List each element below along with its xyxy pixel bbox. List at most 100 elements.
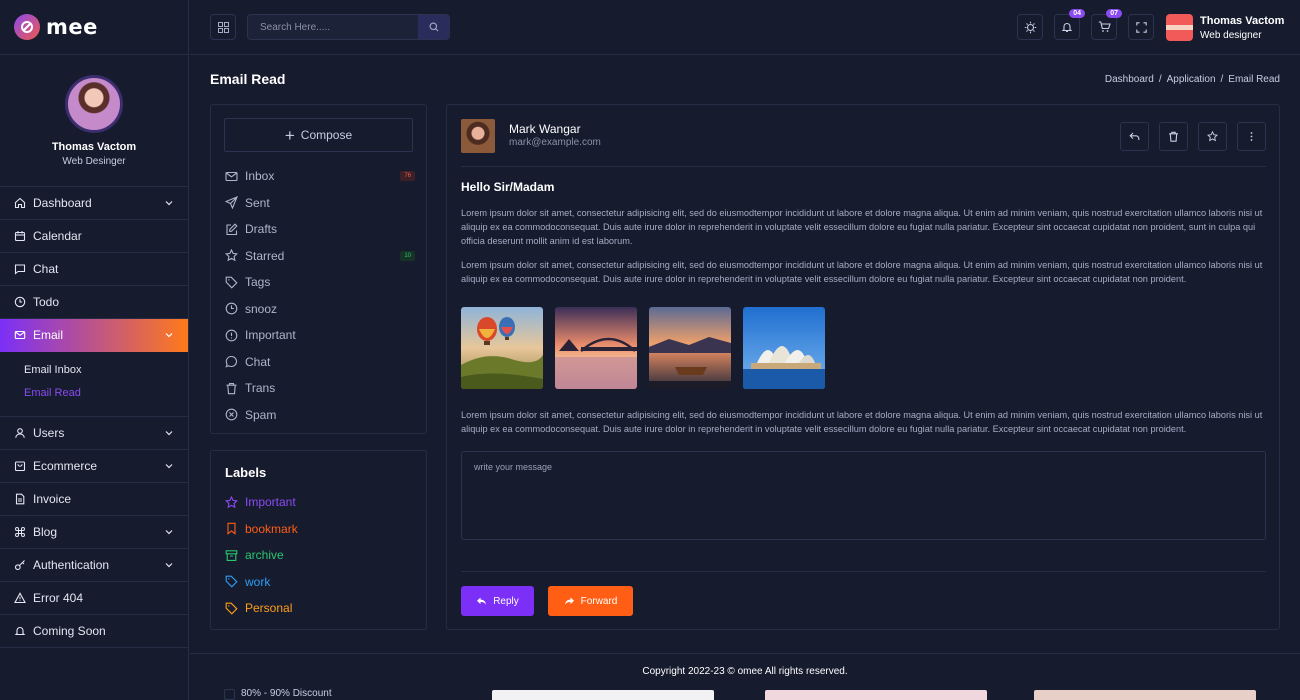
home-icon (14, 197, 26, 209)
cart-badge: 07 (1106, 9, 1122, 18)
folder-label: Drafts (245, 222, 278, 237)
cart-button[interactable]: 07 (1091, 9, 1122, 40)
folder-chat[interactable]: Chat (225, 349, 415, 376)
label-personal[interactable]: Personal (225, 595, 298, 622)
fullscreen-icon (1135, 21, 1147, 33)
key-icon (14, 560, 25, 571)
reply-icon (1129, 132, 1140, 140)
sidebar-item-blog[interactable]: Blog (0, 516, 188, 549)
sidebar-item-calendar[interactable]: Calendar (0, 220, 188, 253)
reply-icon (477, 597, 487, 605)
sidebar-item-chat[interactable]: Chat (0, 253, 188, 286)
clock-icon (225, 302, 238, 315)
sidebar-item-label: Error 404 (33, 591, 84, 605)
sidebar-item-error-404[interactable]: Error 404 (0, 582, 188, 615)
sidebar-item-label: Ecommerce (33, 459, 98, 473)
product-card-image (765, 690, 987, 700)
command-icon (15, 527, 25, 537)
search-input[interactable] (248, 15, 418, 39)
folder-trans[interactable]: Trans (225, 375, 415, 402)
apps-grid-button[interactable] (210, 14, 236, 40)
compose-button[interactable]: + Compose (224, 118, 413, 152)
folder-important[interactable]: Important (225, 322, 415, 349)
avatar[interactable] (65, 75, 123, 133)
archive-icon (225, 549, 238, 561)
copyright-text: Copyright 2022-23 © omee All rights rese… (642, 666, 848, 677)
sidebar: mee Thomas Vactom Web Desinger Dashboard… (0, 0, 189, 700)
forward-button[interactable]: Forward (548, 586, 633, 616)
send-icon (225, 196, 238, 210)
more-options-button[interactable] (1237, 122, 1266, 151)
folder-snooz[interactable]: snooz (225, 296, 415, 323)
divider (461, 571, 1266, 572)
user-name: Thomas Vactom (1200, 14, 1285, 27)
sidebar-item-invoice[interactable]: Invoice (0, 483, 188, 516)
folder-label: Starred (245, 248, 285, 263)
folder-drafts[interactable]: Drafts (225, 216, 415, 243)
sidebar-item-label: Authentication (33, 558, 110, 572)
submenu-item-email-read[interactable]: Email Read (24, 385, 188, 408)
reply-message-input[interactable] (461, 451, 1266, 540)
folder-tags[interactable]: Tags (225, 269, 415, 296)
star-action-button[interactable] (1198, 122, 1227, 151)
label-bookmark[interactable]: bookmark (225, 516, 298, 543)
breadcrumb-application[interactable]: Application (1167, 74, 1216, 85)
tag-icon (225, 575, 238, 588)
sidebar-item-users[interactable]: Users (0, 417, 188, 450)
attachment-harbour-bridge[interactable] (555, 307, 637, 389)
mail-icon (225, 171, 238, 181)
reply-button[interactable]: Reply (461, 586, 534, 616)
sidebar-item-todo[interactable]: Todo (0, 286, 188, 319)
forward-button-label: Forward (580, 595, 618, 607)
sidebar-item-dashboard[interactable]: Dashboard (0, 187, 188, 220)
notifications-button[interactable]: 04 (1054, 9, 1085, 40)
folder-label: snooz (245, 301, 278, 316)
calendar-icon (14, 231, 26, 242)
fullscreen-button[interactable] (1128, 14, 1154, 40)
folder-starred[interactable]: Starred 10 (225, 243, 415, 270)
sidebar-item-email[interactable]: Email (0, 319, 188, 352)
labels-card: Labels Important bookmark archive work P… (210, 450, 427, 630)
folder-label: Spam (245, 407, 277, 422)
folder-sent[interactable]: Sent (225, 190, 415, 217)
chevron-down-icon (165, 563, 173, 568)
user-menu[interactable]: Thomas Vactom Web designer (1166, 14, 1284, 41)
star-icon (225, 249, 238, 262)
delete-action-button[interactable] (1159, 122, 1188, 151)
divider (461, 166, 1266, 167)
sidebar-item-authentication[interactable]: Authentication (0, 549, 188, 582)
folder-label: Inbox (245, 169, 275, 184)
more-vertical-icon (1250, 132, 1253, 141)
logo-icon (14, 14, 40, 40)
sidebar-item-ecommerce[interactable]: Ecommerce (0, 450, 188, 483)
user-icon (15, 428, 25, 438)
brand-logo[interactable]: mee (0, 0, 188, 55)
attachment-opera-house[interactable] (743, 307, 825, 389)
plus-icon: + (284, 125, 295, 145)
breadcrumb-dashboard[interactable]: Dashboard (1105, 74, 1154, 85)
attachment-boat-lake[interactable] (649, 307, 731, 389)
search-button[interactable] (418, 15, 449, 39)
chevron-down-icon (165, 201, 173, 206)
sidebar-item-label: Coming Soon (33, 624, 106, 638)
label-important[interactable]: Important (225, 489, 298, 516)
label-archive[interactable]: archive (225, 542, 298, 569)
theme-toggle-button[interactable] (1017, 14, 1043, 40)
breadcrumb: Dashboard / Application / Email Read (1104, 74, 1280, 85)
sidebar-item-label: Todo (33, 295, 60, 309)
star-icon (225, 495, 238, 508)
label-work[interactable]: work (225, 569, 298, 596)
email-submenu: Email Inbox Email Read (0, 352, 188, 417)
sender-email[interactable]: mark@example.com (509, 137, 601, 148)
product-card-image (1034, 690, 1256, 700)
reply-action-button[interactable] (1120, 122, 1149, 151)
sidebar-item-label: Calendar (33, 229, 82, 243)
folder-spam[interactable]: Spam (225, 402, 415, 429)
folder-inbox[interactable]: Inbox 76 (225, 163, 415, 190)
folder-label: Trans (245, 381, 276, 396)
submenu-item-email-inbox[interactable]: Email Inbox (24, 362, 188, 385)
sidebar-item-coming-soon[interactable]: Coming Soon (0, 615, 188, 648)
checkbox[interactable] (224, 689, 235, 700)
chat-bubble-icon (225, 356, 237, 368)
attachment-hot-air-balloons[interactable] (461, 307, 543, 389)
